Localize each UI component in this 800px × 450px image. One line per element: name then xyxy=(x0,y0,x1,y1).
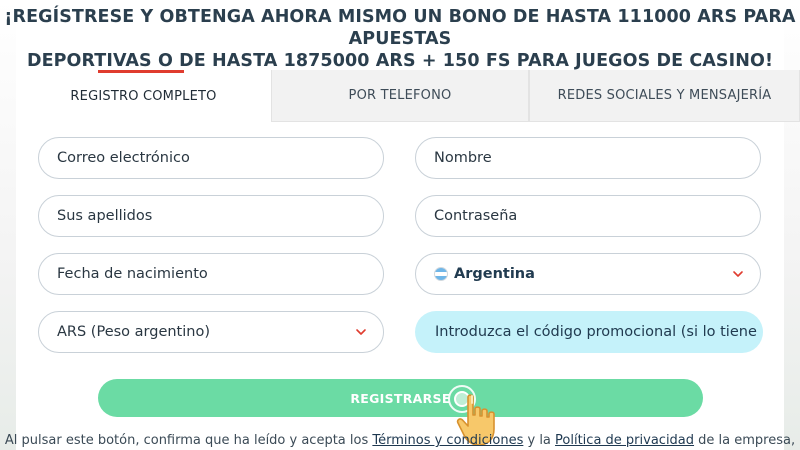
register-button-label: REGISTRARSE xyxy=(350,390,451,406)
promo-code-placeholder: Introduzca el código promocional (si lo … xyxy=(435,324,757,340)
promo-code-field[interactable]: Introduzca el código promocional (si lo … xyxy=(415,311,763,353)
privacy-policy-link[interactable]: Política de privacidad xyxy=(555,433,694,448)
terms-notice: Al pulsar este botón, confirma que ha le… xyxy=(0,433,800,448)
currency-value: ARS (Peso argentino) xyxy=(57,324,210,340)
surname-placeholder: Sus apellidos xyxy=(57,208,153,224)
country-select[interactable]: Argentina xyxy=(415,253,761,295)
surname-field[interactable]: Sus apellidos xyxy=(38,195,384,237)
password-field[interactable]: Contraseña xyxy=(415,195,761,237)
terms-and-conditions-link[interactable]: Términos y condiciones xyxy=(372,433,523,448)
country-value: Argentina xyxy=(454,266,535,282)
argentina-flag-icon xyxy=(434,267,448,281)
email-placeholder: Correo electrónico xyxy=(57,150,190,166)
email-field[interactable]: Correo electrónico xyxy=(38,137,384,179)
birthdate-field[interactable]: Fecha de nacimiento xyxy=(38,253,384,295)
terms-suffix: de la empresa, xyxy=(694,433,796,448)
birthdate-placeholder: Fecha de nacimiento xyxy=(57,266,208,282)
terms-middle: y la xyxy=(523,433,556,448)
chevron-down-icon xyxy=(733,271,743,277)
registration-form: Correo electrónico Nombre Sus apellidos … xyxy=(0,0,800,450)
chevron-down-icon xyxy=(356,329,366,335)
password-placeholder: Contraseña xyxy=(434,208,518,224)
currency-select[interactable]: ARS (Peso argentino) xyxy=(38,311,384,353)
name-field[interactable]: Nombre xyxy=(415,137,761,179)
name-placeholder: Nombre xyxy=(434,150,492,166)
terms-prefix: Al pulsar este botón, confirma que ha le… xyxy=(4,433,373,448)
register-button[interactable]: REGISTRARSE xyxy=(98,379,703,417)
